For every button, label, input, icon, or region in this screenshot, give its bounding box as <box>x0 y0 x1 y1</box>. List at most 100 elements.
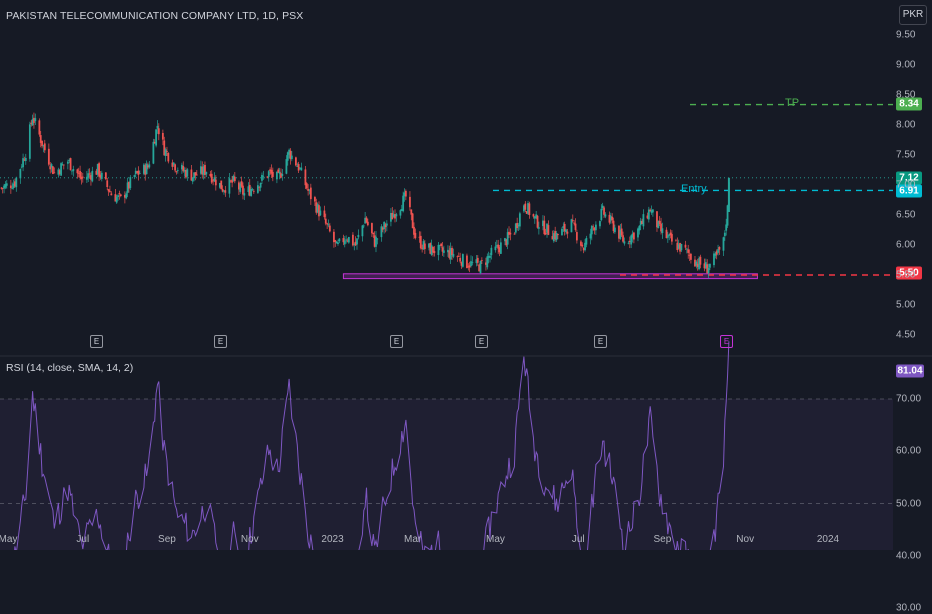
candle-body <box>195 174 198 176</box>
candle-body <box>285 159 288 174</box>
candle-body <box>513 233 516 235</box>
candle-body <box>690 253 692 260</box>
candle-body <box>722 237 725 251</box>
candle-body <box>566 231 569 234</box>
candle-body <box>319 210 322 216</box>
candle-body <box>224 190 227 193</box>
candle-body <box>133 175 136 177</box>
candle-body <box>345 239 348 241</box>
candle-body <box>573 222 576 224</box>
candle-body <box>148 164 151 168</box>
candle-body <box>107 189 110 192</box>
earnings-marker[interactable]: E <box>475 335 488 348</box>
chart-stage[interactable]: PAKISTAN TELECOMMUNICATION COMPANY LTD, … <box>0 0 932 614</box>
candle-body <box>261 174 263 181</box>
candle-body <box>581 244 584 247</box>
candle-body <box>251 189 254 191</box>
candle-body <box>214 179 217 186</box>
candle-body <box>687 249 690 253</box>
earnings-marker[interactable]: E <box>214 335 227 348</box>
candle-body <box>297 164 300 171</box>
candle-body <box>205 172 208 175</box>
candle-body <box>490 247 493 256</box>
candle-body <box>561 228 563 236</box>
candle-body <box>409 196 411 208</box>
candle-body <box>620 228 623 236</box>
earnings-marker-upcoming[interactable]: E <box>720 335 733 348</box>
candle-body <box>613 227 616 233</box>
candle-body <box>622 235 624 242</box>
candle-body <box>295 157 297 166</box>
candle-body <box>571 220 574 221</box>
earnings-marker[interactable]: E <box>390 335 403 348</box>
rsi-indicator-title[interactable]: RSI (14, close, SMA, 14, 2) <box>6 362 133 374</box>
candle-body <box>271 171 274 177</box>
candle-body <box>5 183 8 186</box>
chart-canvas[interactable] <box>0 0 932 614</box>
rsi-tick-label: 50.00 <box>896 498 922 510</box>
candle-body <box>684 244 687 248</box>
candle-body <box>267 171 270 177</box>
time-tick-label: Nov <box>736 534 755 545</box>
candle-body <box>642 214 645 227</box>
candle-body <box>155 129 157 146</box>
price-tick-label: 6.00 <box>896 239 916 251</box>
candle-body <box>411 213 414 229</box>
candle-body <box>9 185 12 189</box>
candle-body <box>627 242 630 244</box>
candle-body <box>166 150 168 152</box>
candle-body <box>156 125 159 129</box>
candle-body <box>252 190 255 192</box>
candle-body <box>276 171 278 180</box>
candle-body <box>366 221 369 226</box>
candle-body <box>499 242 502 254</box>
candle-body <box>152 141 155 164</box>
candle-body <box>699 256 702 265</box>
price-tick-label: 8.50 <box>896 89 916 101</box>
candle-body <box>34 118 37 122</box>
candle-body <box>574 223 577 230</box>
candle-body <box>675 240 677 242</box>
support-zone <box>342 273 758 280</box>
candle-body <box>259 182 262 188</box>
candle-body <box>440 243 443 247</box>
candle-body <box>466 255 468 269</box>
rsi-band-fill <box>0 399 893 609</box>
candle-body <box>98 163 100 177</box>
candle-body <box>376 238 379 240</box>
candle-body <box>603 207 605 215</box>
price-tick-label: 7.00 <box>896 179 916 191</box>
earnings-marker[interactable]: E <box>90 335 103 348</box>
candle-body <box>309 187 312 200</box>
candle-body <box>419 235 422 249</box>
candle-body <box>442 250 445 253</box>
candle-body <box>461 254 464 267</box>
candle-body <box>575 232 578 241</box>
rsi-tick-label: 70.00 <box>896 393 922 405</box>
candle-body <box>651 209 654 213</box>
price-tick-label: 9.50 <box>896 29 916 41</box>
candle-body <box>157 128 160 135</box>
candle-body <box>53 172 56 174</box>
candle-body <box>589 233 592 239</box>
time-tick-label: Sep <box>653 534 672 545</box>
candle-body <box>347 236 350 243</box>
candle-body <box>632 232 635 240</box>
candle-body <box>11 188 14 190</box>
candle-body <box>494 246 497 251</box>
time-tick-label: Nov <box>240 534 259 545</box>
candle-body <box>145 163 148 175</box>
time-tick-label: Mar <box>404 534 422 545</box>
candle-body <box>328 225 331 232</box>
candle-body <box>69 158 72 171</box>
candle-body <box>658 220 661 224</box>
time-tick-label: 2024 <box>816 534 840 545</box>
candle-body <box>343 240 346 245</box>
candle-body <box>137 170 140 175</box>
candle-body <box>281 173 284 176</box>
candle-body <box>452 253 455 257</box>
earnings-marker[interactable]: E <box>594 335 607 348</box>
candle-body <box>671 234 673 242</box>
candle-body <box>210 173 213 183</box>
currency-button[interactable]: PKR <box>899 5 927 25</box>
